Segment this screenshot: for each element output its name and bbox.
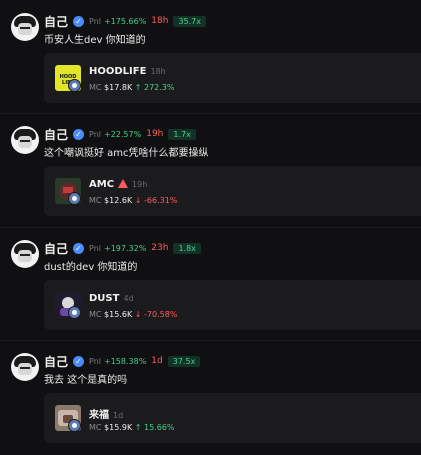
post-header: 自己 ✓ Pnl +22.57% 19h 1.7x xyxy=(44,126,196,143)
token-age: 18h xyxy=(150,67,166,76)
price-change: -66.31% xyxy=(144,196,178,205)
token-name-row: AMC 19h xyxy=(89,179,147,190)
verified-icon: ✓ xyxy=(73,355,85,367)
token-name[interactable]: DUST xyxy=(89,293,119,304)
verified-icon: ✓ xyxy=(73,242,85,254)
avatar-eyes xyxy=(20,27,30,29)
multiplier-badge: 1.7x xyxy=(168,128,196,140)
avatar[interactable] xyxy=(11,126,39,154)
post-message: dust的dev 你知道的 xyxy=(44,262,138,273)
chain-icon xyxy=(68,192,81,205)
mc-value: $15.9K xyxy=(104,423,133,432)
mc-label: MC xyxy=(89,83,102,92)
pnl-value: +175.66% xyxy=(104,16,147,26)
username[interactable]: 自己 xyxy=(44,13,68,30)
username[interactable]: 自己 xyxy=(44,353,68,370)
avatar-eyes xyxy=(20,254,30,256)
avatar-eyes xyxy=(20,140,30,142)
token-name-row: DUST 4d xyxy=(89,293,134,304)
token-name-row: 来福 1d xyxy=(89,406,123,421)
market-cap-row: MC $15.9K ↑ 15.66% xyxy=(89,423,175,432)
feed-post: 自己 ✓ Pnl +22.57% 19h 1.7x 这个嘲讽挺好 amc凭啥什么… xyxy=(0,113,421,224)
mc-label: MC xyxy=(89,310,102,319)
chain-icon xyxy=(68,419,81,432)
price-change: 272.3% xyxy=(144,83,175,92)
pnl-label: Pnl xyxy=(89,243,101,253)
token-age: 4d xyxy=(123,294,134,303)
mc-value: $12.6K xyxy=(104,196,133,205)
post-age: 18h xyxy=(151,16,169,26)
token-card[interactable]: HOOD LIFE HOODLIFE18h MC $17.8K ↑ 272.3% xyxy=(44,53,421,103)
token-card[interactable]: 来福 1d MC $15.9K ↑ 15.66% xyxy=(44,393,421,443)
arrow-up-icon: ↑ xyxy=(134,423,142,432)
price-change: -70.58% xyxy=(144,310,178,319)
post-message: 这个嘲讽挺好 amc凭啥什么都要操纵 xyxy=(44,148,209,159)
feed: 自己 ✓ Pnl +175.66% 18h 35.7x 币安人生dev 你知道的… xyxy=(0,0,421,455)
avatar[interactable] xyxy=(11,353,39,381)
warning-icon xyxy=(118,179,129,188)
token-name[interactable]: AMC xyxy=(89,179,114,190)
token-age: 19h xyxy=(132,180,148,189)
token-age: 1d xyxy=(113,411,124,420)
username[interactable]: 自己 xyxy=(44,126,68,143)
avatar-face xyxy=(18,363,32,375)
token-card[interactable]: DUST 4d MC $15.6K ↓ -70.58% xyxy=(44,280,421,330)
price-change: 15.66% xyxy=(144,423,175,432)
avatar[interactable] xyxy=(11,240,39,268)
verified-icon: ✓ xyxy=(73,15,85,27)
arrow-down-icon: ↓ xyxy=(134,196,142,205)
avatar-face xyxy=(18,136,32,148)
username[interactable]: 自己 xyxy=(44,240,68,257)
arrow-down-icon: ↓ xyxy=(134,310,142,319)
mc-label: MC xyxy=(89,196,102,205)
post-age: 1d xyxy=(151,356,163,366)
mc-value: $17.8K xyxy=(104,83,133,92)
verified-icon: ✓ xyxy=(73,128,85,140)
post-age: 19h xyxy=(146,129,164,139)
post-header: 自己 ✓ Pnl +197.32% 23h 1.8x xyxy=(44,240,201,257)
divider xyxy=(0,113,421,114)
avatar[interactable] xyxy=(11,13,39,41)
feed-post: 自己 ✓ Pnl +158.38% 1d 37.5x 我去 这个是真的吗 来福 1… xyxy=(0,340,421,451)
divider xyxy=(0,340,421,341)
market-cap-row: MC $15.6K ↓ -70.58% xyxy=(89,310,177,319)
pnl-label: Pnl xyxy=(89,356,101,366)
post-header: 自己 ✓ Pnl +158.38% 1d 37.5x xyxy=(44,353,201,370)
token-name[interactable]: 来福 xyxy=(89,410,109,421)
pnl-label: Pnl xyxy=(89,129,101,139)
avatar-face xyxy=(18,250,32,262)
pnl-value: +197.32% xyxy=(104,243,147,253)
post-message: 我去 这个是真的吗 xyxy=(44,375,128,386)
avatar-face xyxy=(18,23,32,35)
mc-value: $15.6K xyxy=(104,310,133,319)
token-name-row: HOODLIFE 18h xyxy=(89,66,166,77)
pnl-value: +22.57% xyxy=(104,129,142,139)
pnl-label: Pnl xyxy=(89,16,101,26)
feed-post: 自己 ✓ Pnl +197.32% 23h 1.8x dust的dev 你知道的… xyxy=(0,227,421,338)
token-card[interactable]: AMC 19h MC $12.6K ↓ -66.31% xyxy=(44,166,421,216)
chain-icon xyxy=(68,306,81,319)
multiplier-badge: 35.7x xyxy=(173,15,206,27)
divider xyxy=(0,227,421,228)
post-header: 自己 ✓ Pnl +175.66% 18h 35.7x xyxy=(44,13,206,30)
market-cap-row: MC $12.6K ↓ -66.31% xyxy=(89,196,177,205)
arrow-up-icon: ↑ xyxy=(134,83,142,92)
chain-icon xyxy=(68,79,81,92)
pnl-value: +158.38% xyxy=(104,356,147,366)
token-name[interactable]: HOODLIFE xyxy=(89,66,146,77)
avatar-eyes xyxy=(20,367,30,369)
feed-post: 自己 ✓ Pnl +175.66% 18h 35.7x 币安人生dev 你知道的… xyxy=(0,0,421,111)
market-cap-row: MC $17.8K ↑ 272.3% xyxy=(89,83,175,92)
multiplier-badge: 1.8x xyxy=(173,242,201,254)
post-age: 23h xyxy=(151,243,169,253)
mc-label: MC xyxy=(89,423,102,432)
post-message: 币安人生dev 你知道的 xyxy=(44,35,146,46)
multiplier-badge: 37.5x xyxy=(167,355,201,367)
